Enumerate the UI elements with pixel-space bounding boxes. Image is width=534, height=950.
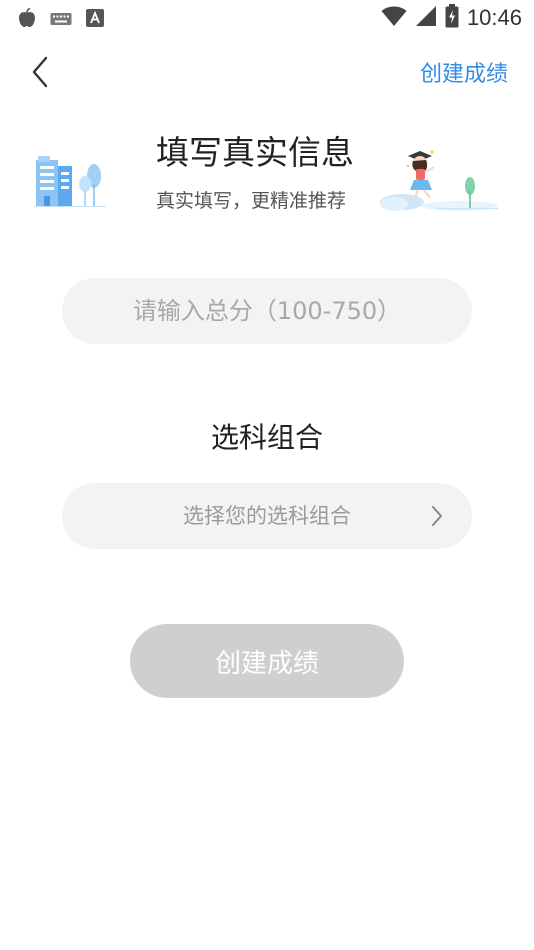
buildings-illustration-icon [34,154,106,212]
create-score-header-button[interactable]: 创建成绩 [420,56,508,88]
subject-combination-selector[interactable]: 选择您的选科组合 [62,483,472,549]
battery-charging-icon [445,4,459,32]
subjects-section-title: 选科组合 [210,421,323,454]
banner-title: 填写真实信息 [156,133,354,172]
apple-app-icon [18,7,36,32]
banner-subtitle-clip: 真实填写，更精准推荐 [156,184,396,210]
banner-subtitle: 真实填写，更精准推荐 [156,190,347,210]
chevron-right-icon [432,506,442,526]
font-a-icon [86,9,104,31]
status-bar: 10:46 [0,0,534,36]
chevron-left-icon [32,56,48,88]
total-score-input[interactable] [62,278,472,344]
keyboard-icon [50,11,72,30]
clock: 10:46 [466,5,522,30]
subject-selector-placeholder: 选择您的选科组合 [183,504,351,528]
graduate-girl-illustration-icon [378,136,500,216]
info-banner: 填写真实信息 真实填写，更精准推荐 [0,110,534,214]
signal-icon [415,5,437,31]
create-score-button[interactable]: 创建成绩 [130,624,404,698]
wifi-icon [381,5,407,31]
back-button[interactable] [26,54,58,90]
